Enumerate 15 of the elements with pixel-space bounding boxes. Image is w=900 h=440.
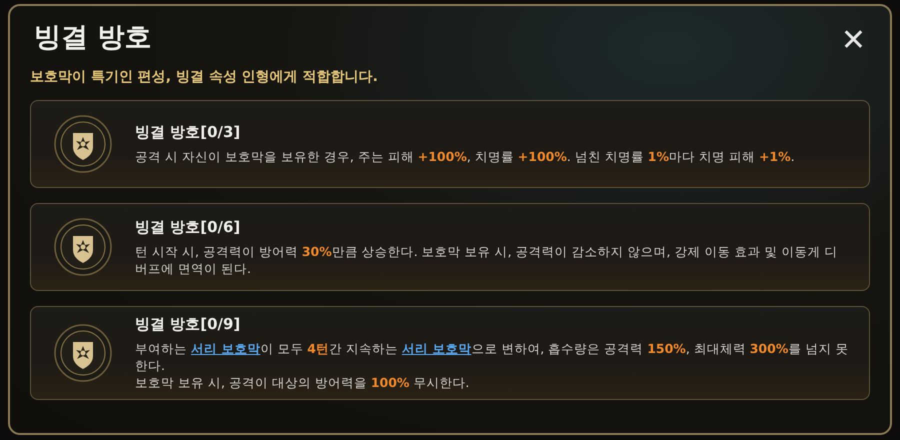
dialog-subtitle: 보호막이 특기인 편성, 빙결 속성 인형에게 적합합니다.	[30, 68, 378, 86]
dialog-title: 빙결 방호	[34, 21, 152, 55]
effect-description: 공격 시 자신이 보호막을 보유한 경우, 주는 피해 +100%, 치명률 +100%. 넘친 치명률 1%마다 치명 피해 +1%.	[135, 148, 795, 165]
effect-name: 빙결 방호[0/6]	[135, 218, 242, 236]
close-button[interactable]: ✕	[836, 24, 870, 58]
shield-emblem-icon	[53, 217, 113, 277]
effect-name: 빙결 방호[0/9]	[135, 315, 242, 334]
term-link[interactable]: 서리 보호막	[190, 341, 260, 356]
effect-description: 보호막 보유 시, 공격이 대상의 방어력을 100% 무시한다.	[135, 374, 470, 391]
effect-description: 턴 시작 시, 공격력이 방어력 30%만큼 상승한다. 보호막 보유 시, 공격력이 감소하지 않으며, 강제 이동 효과 및 이동게 디버프에 면역이 된다.	[135, 242, 838, 276]
effect-name: 빙결 방호[0/3]	[135, 123, 242, 142]
effect-description: 부여하는 서리 보호막이 모두 4턴간 지속하는 서리 보호막으로 변하여, 흡수량은 공격력 150%, 최대체력 300%를 넘지 못한다.	[135, 340, 849, 374]
shield-emblem-icon	[53, 114, 113, 174]
shield-emblem-icon	[53, 323, 113, 383]
term-link[interactable]: 서리 보호막	[402, 341, 472, 356]
